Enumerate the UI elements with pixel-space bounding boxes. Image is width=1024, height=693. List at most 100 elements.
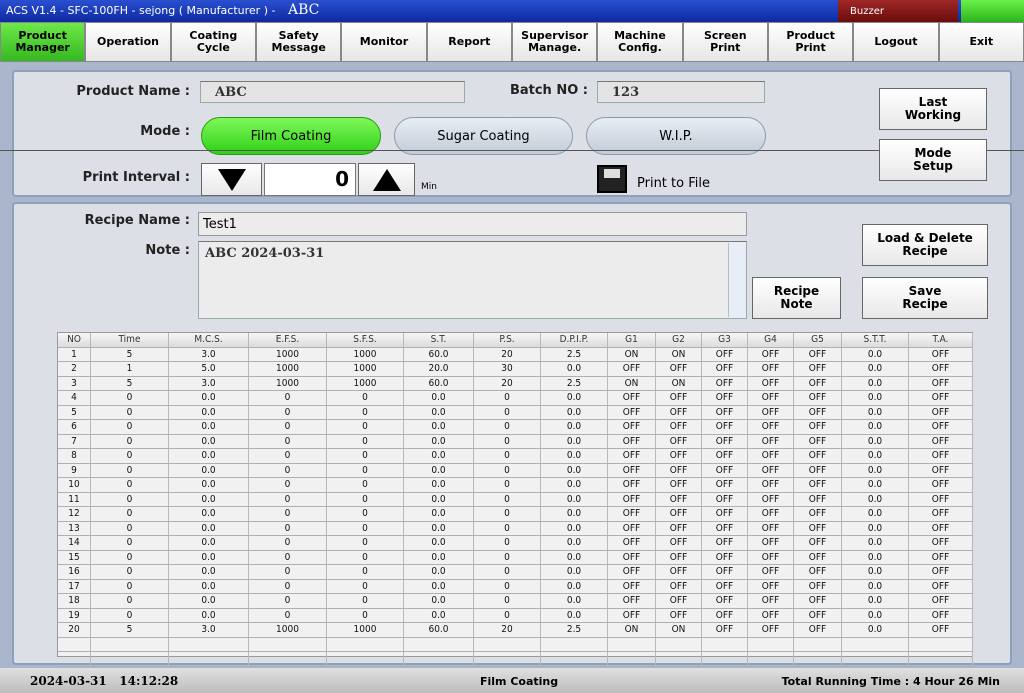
table-cell[interactable]: 0.0 (404, 492, 474, 507)
table-cell[interactable]: 0.0 (541, 579, 608, 594)
table-cell[interactable]: 0 (91, 550, 169, 565)
table-cell[interactable]: 1 (58, 347, 91, 362)
table-cell[interactable]: 0 (327, 608, 404, 623)
table-cell[interactable]: OFF (748, 565, 794, 580)
table-cell[interactable]: OFF (748, 449, 794, 464)
table-cell[interactable]: OFF (608, 565, 656, 580)
table-cell[interactable]: ON (608, 347, 656, 362)
nav-exit[interactable]: Exit (938, 22, 1024, 62)
table-cell[interactable]: 16 (58, 565, 91, 580)
table-cell[interactable]: 1000 (249, 623, 327, 638)
table-cell[interactable]: OFF (702, 608, 748, 623)
table-cell[interactable]: OFF (794, 536, 842, 551)
table-cell[interactable]: 1 (91, 362, 169, 377)
product-name-field[interactable]: ABC (200, 81, 465, 103)
table-cell[interactable]: 0.0 (541, 478, 608, 493)
table-cell[interactable]: 0 (474, 579, 541, 594)
print-to-file-label[interactable]: Print to File (637, 176, 710, 191)
table-cell[interactable]: 0.0 (169, 420, 249, 435)
table-cell[interactable]: 0.0 (169, 478, 249, 493)
table-cell[interactable]: 0.0 (404, 478, 474, 493)
table-cell[interactable]: 20.0 (404, 362, 474, 377)
table-cell[interactable]: OFF (794, 362, 842, 377)
note-scrollbar[interactable] (728, 243, 745, 317)
table-cell[interactable]: OFF (608, 478, 656, 493)
table-cell[interactable]: 0.0 (842, 434, 909, 449)
table-cell[interactable]: 0 (249, 449, 327, 464)
table-cell[interactable]: OFF (748, 434, 794, 449)
table-cell[interactable]: OFF (702, 623, 748, 638)
table-cell[interactable]: 60.0 (404, 376, 474, 391)
table-cell[interactable]: 0 (249, 434, 327, 449)
table-cell[interactable]: 2.5 (541, 376, 608, 391)
print-interval-value[interactable]: 0 (264, 163, 356, 196)
table-cell[interactable]: OFF (608, 449, 656, 464)
table-cell[interactable]: 0.0 (541, 492, 608, 507)
table-cell[interactable]: OFF (656, 565, 702, 580)
table-cell[interactable]: 3.0 (169, 376, 249, 391)
table-cell[interactable] (748, 637, 794, 652)
table-cell[interactable]: 0.0 (541, 405, 608, 420)
table-cell[interactable]: 5 (91, 623, 169, 638)
table-cell[interactable]: OFF (748, 478, 794, 493)
table-cell[interactable]: OFF (909, 536, 973, 551)
table-cell[interactable]: 0 (474, 478, 541, 493)
table-cell[interactable]: 0 (327, 478, 404, 493)
table-cell[interactable]: OFF (748, 536, 794, 551)
table-cell[interactable]: ON (656, 376, 702, 391)
nav-supervisor-manage[interactable]: Supervisor Manage. (511, 22, 598, 62)
table-cell[interactable]: OFF (608, 594, 656, 609)
table-cell[interactable] (702, 637, 748, 652)
table-cell[interactable]: 5 (58, 405, 91, 420)
nav-product-manager[interactable]: Product Manager (0, 22, 86, 62)
table-cell[interactable]: 0 (474, 536, 541, 551)
table-cell[interactable]: 0.0 (169, 536, 249, 551)
table-cell[interactable]: 0.0 (541, 391, 608, 406)
table-cell[interactable]: 0 (249, 507, 327, 522)
table-cell[interactable]: OFF (608, 362, 656, 377)
table-cell[interactable]: 0 (91, 420, 169, 435)
table-cell[interactable]: OFF (909, 623, 973, 638)
table-cell[interactable]: 12 (58, 507, 91, 522)
table-cell[interactable]: 0.0 (541, 420, 608, 435)
table-cell[interactable]: 0.0 (169, 449, 249, 464)
table-cell[interactable]: 0 (91, 594, 169, 609)
table-cell[interactable] (702, 652, 748, 667)
table-cell[interactable]: 0 (249, 391, 327, 406)
table-cell[interactable]: 0.0 (541, 449, 608, 464)
table-cell[interactable]: 0 (91, 449, 169, 464)
table-cell[interactable]: 20 (474, 376, 541, 391)
table-cell[interactable] (249, 637, 327, 652)
table-cell[interactable]: OFF (794, 405, 842, 420)
table-cell[interactable]: 0 (327, 594, 404, 609)
table-cell[interactable]: 20 (58, 623, 91, 638)
table-cell[interactable]: 0 (474, 550, 541, 565)
table-cell[interactable]: OFF (702, 507, 748, 522)
table-cell[interactable]: 0.0 (169, 521, 249, 536)
table-cell[interactable]: OFF (656, 391, 702, 406)
note-field[interactable]: ABC 2024-03-31 (198, 241, 747, 319)
decrease-button[interactable] (201, 163, 262, 196)
table-cell[interactable]: OFF (702, 478, 748, 493)
table-cell[interactable]: 0 (249, 550, 327, 565)
table-cell[interactable] (91, 637, 169, 652)
table-cell[interactable]: OFF (909, 608, 973, 623)
table-cell[interactable]: 1000 (327, 623, 404, 638)
table-cell[interactable]: 0 (91, 434, 169, 449)
nav-machine-config[interactable]: Machine Config. (597, 22, 683, 62)
table-cell[interactable]: 0 (327, 391, 404, 406)
table-cell[interactable]: 8 (58, 449, 91, 464)
nav-logout[interactable]: Logout (853, 22, 939, 62)
table-cell[interactable]: OFF (909, 492, 973, 507)
table-cell[interactable]: OFF (909, 594, 973, 609)
table-cell[interactable]: OFF (702, 492, 748, 507)
table-cell[interactable]: 0 (474, 405, 541, 420)
table-cell[interactable]: OFF (748, 405, 794, 420)
table-cell[interactable]: OFF (656, 434, 702, 449)
table-cell[interactable] (748, 652, 794, 667)
table-cell[interactable]: 0 (474, 521, 541, 536)
table-cell[interactable]: 0 (91, 391, 169, 406)
table-cell[interactable]: OFF (608, 463, 656, 478)
table-cell[interactable]: 0.0 (541, 463, 608, 478)
table-cell[interactable] (327, 637, 404, 652)
